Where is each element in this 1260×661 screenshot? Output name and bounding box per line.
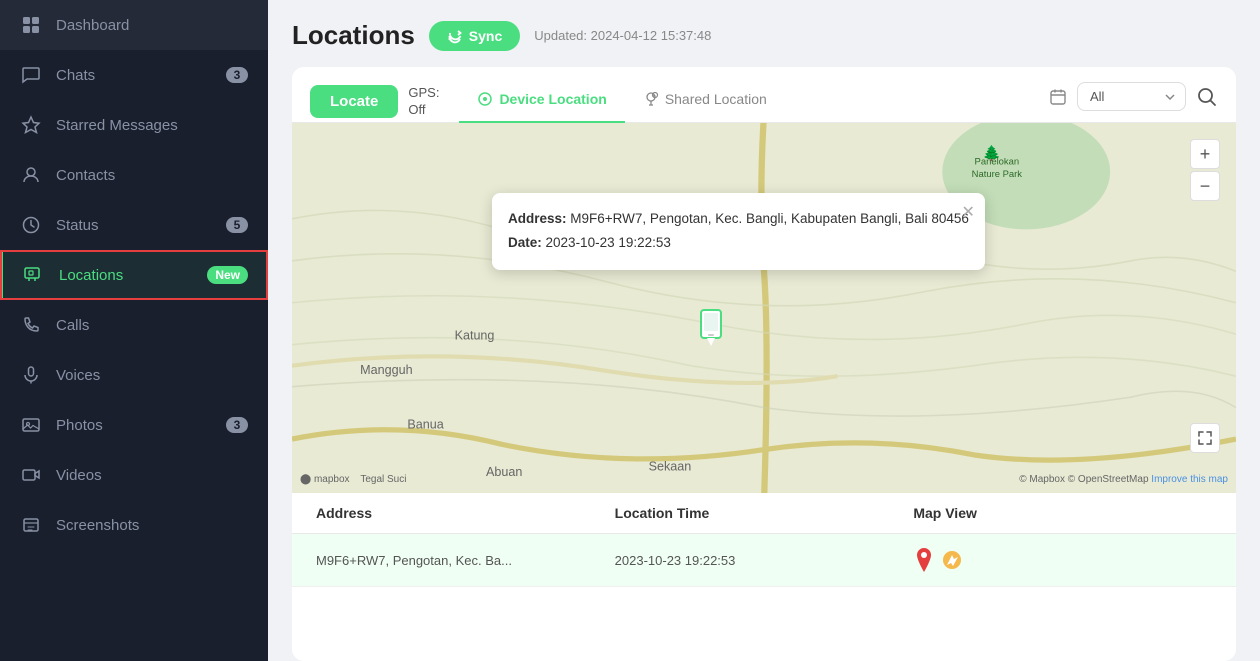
popup-address: Address: M9F6+RW7, Pengotan, Kec. Bangli… bbox=[508, 207, 969, 231]
gps-status: GPS: Off bbox=[408, 85, 439, 119]
location-panel: Locate GPS: Off Device Location bbox=[292, 67, 1236, 661]
satellite-icon bbox=[941, 549, 963, 571]
sidebar-item-label: Photos bbox=[56, 417, 212, 434]
photos-badge: 3 bbox=[226, 417, 248, 433]
device-location-pin bbox=[697, 308, 725, 346]
col-location-time: Location Time bbox=[615, 505, 914, 521]
svg-text:Mangguh: Mangguh bbox=[360, 363, 412, 377]
mic-icon bbox=[20, 364, 42, 386]
sync-button[interactable]: Sync bbox=[429, 21, 520, 51]
main-content: Locations Sync Updated: 2024-04-12 15:37… bbox=[268, 0, 1260, 661]
improve-map-link[interactable]: Improve this map bbox=[1151, 474, 1228, 485]
page-header: Locations Sync Updated: 2024-04-12 15:37… bbox=[292, 20, 1236, 51]
svg-text:Sekaan: Sekaan bbox=[649, 460, 692, 474]
locate-button[interactable]: Locate bbox=[310, 85, 398, 118]
page-title: Locations bbox=[292, 20, 415, 51]
map-attribution: © Mapbox © OpenStreetMap Improve this ma… bbox=[1019, 474, 1228, 485]
svg-text:Katung: Katung bbox=[455, 328, 495, 342]
row-address: M9F6+RW7, Pengotan, Kec. Ba... bbox=[316, 553, 615, 568]
sidebar-item-calls[interactable]: Calls bbox=[0, 300, 268, 350]
chats-badge: 3 bbox=[226, 67, 248, 83]
tab-device-location[interactable]: Device Location bbox=[459, 81, 624, 123]
sidebar-item-starred-messages[interactable]: Starred Messages bbox=[0, 100, 268, 150]
map-container[interactable]: Mangguh Katung Banua Abuan Sengkaduan Se… bbox=[292, 123, 1236, 493]
sidebar-item-label: Calls bbox=[56, 317, 248, 334]
location-table: Address Location Time Map View M9F6+RW7,… bbox=[292, 493, 1236, 661]
tab-shared-location[interactable]: Shared Location bbox=[625, 81, 785, 123]
row-map-view[interactable] bbox=[913, 546, 1212, 574]
map-popup: ✕ Address: M9F6+RW7, Pengotan, Kec. Bang… bbox=[492, 193, 985, 270]
star-icon bbox=[20, 114, 42, 136]
shared-location-icon bbox=[643, 91, 659, 107]
location-icon bbox=[23, 264, 45, 286]
zoom-out-button[interactable]: − bbox=[1190, 171, 1220, 201]
sidebar-item-label: Chats bbox=[56, 67, 212, 84]
filter-select[interactable]: All Today This Week This Month bbox=[1077, 82, 1186, 111]
sidebar-item-contacts[interactable]: Contacts bbox=[0, 150, 268, 200]
map-zoom-controls: + − bbox=[1190, 139, 1220, 201]
sidebar-item-label: Screenshots bbox=[56, 517, 248, 534]
person-icon bbox=[20, 164, 42, 186]
sidebar-item-screenshots[interactable]: Screenshots bbox=[0, 500, 268, 550]
sidebar-item-label: Videos bbox=[56, 467, 248, 484]
sync-icon bbox=[447, 28, 463, 44]
clock-icon bbox=[20, 214, 42, 236]
sidebar-item-voices[interactable]: Voices bbox=[0, 350, 268, 400]
image-icon bbox=[20, 414, 42, 436]
zoom-in-button[interactable]: + bbox=[1190, 139, 1220, 169]
table-row[interactable]: M9F6+RW7, Pengotan, Kec. Ba... 2023-10-2… bbox=[292, 534, 1236, 587]
fullscreen-button[interactable] bbox=[1190, 423, 1220, 453]
locations-new-badge: New bbox=[207, 266, 248, 284]
sidebar-item-label: Status bbox=[56, 217, 212, 234]
svg-text:Banua: Banua bbox=[407, 418, 443, 432]
mapbox-logo: ⬤ mapbox Tegal Suci bbox=[300, 474, 406, 485]
sidebar-item-chats[interactable]: Chats 3 bbox=[0, 50, 268, 100]
svg-text:Nature Park: Nature Park bbox=[972, 169, 1023, 180]
tab-actions: All Today This Week This Month bbox=[1049, 82, 1218, 121]
sidebar-item-label: Contacts bbox=[56, 167, 248, 184]
map-background: Mangguh Katung Banua Abuan Sengkaduan Se… bbox=[292, 123, 1236, 493]
sidebar-item-dashboard[interactable]: Dashboard bbox=[0, 0, 268, 50]
col-address: Address bbox=[316, 505, 615, 521]
popup-date: Date: 2023-10-23 19:22:53 bbox=[508, 231, 969, 255]
table-header: Address Location Time Map View bbox=[292, 493, 1236, 534]
map-pin-icon bbox=[913, 546, 935, 574]
status-badge: 5 bbox=[226, 217, 248, 233]
updated-timestamp: Updated: 2024-04-12 15:37:48 bbox=[534, 28, 711, 43]
popup-close-button[interactable]: ✕ bbox=[962, 199, 975, 228]
search-icon bbox=[1196, 86, 1218, 108]
fullscreen-icon bbox=[1197, 430, 1213, 446]
sidebar-item-status[interactable]: Status 5 bbox=[0, 200, 268, 250]
sidebar-item-locations[interactable]: Locations New bbox=[0, 250, 268, 300]
tab-bar: Locate GPS: Off Device Location bbox=[292, 67, 1236, 123]
device-location-icon bbox=[477, 91, 493, 107]
row-location-time: 2023-10-23 19:22:53 bbox=[615, 553, 914, 568]
sidebar-item-videos[interactable]: Videos bbox=[0, 450, 268, 500]
sidebar: Dashboard Chats 3 Starred Messages Conta… bbox=[0, 0, 268, 661]
sidebar-item-label: Dashboard bbox=[56, 17, 248, 34]
phone-icon bbox=[20, 314, 42, 336]
svg-text:Abuan: Abuan bbox=[486, 465, 522, 479]
sidebar-item-photos[interactable]: Photos 3 bbox=[0, 400, 268, 450]
svg-text:🌲: 🌲 bbox=[982, 144, 1000, 162]
sidebar-item-label: Voices bbox=[56, 367, 248, 384]
search-button[interactable] bbox=[1196, 86, 1218, 108]
chat-icon bbox=[20, 64, 42, 86]
video-icon bbox=[20, 464, 42, 486]
screenshot-icon bbox=[20, 514, 42, 536]
calendar-icon bbox=[1049, 88, 1067, 106]
sidebar-item-label: Starred Messages bbox=[56, 117, 248, 134]
sidebar-item-label: Locations bbox=[59, 267, 193, 284]
col-map-view: Map View bbox=[913, 505, 1212, 521]
grid-icon bbox=[20, 14, 42, 36]
